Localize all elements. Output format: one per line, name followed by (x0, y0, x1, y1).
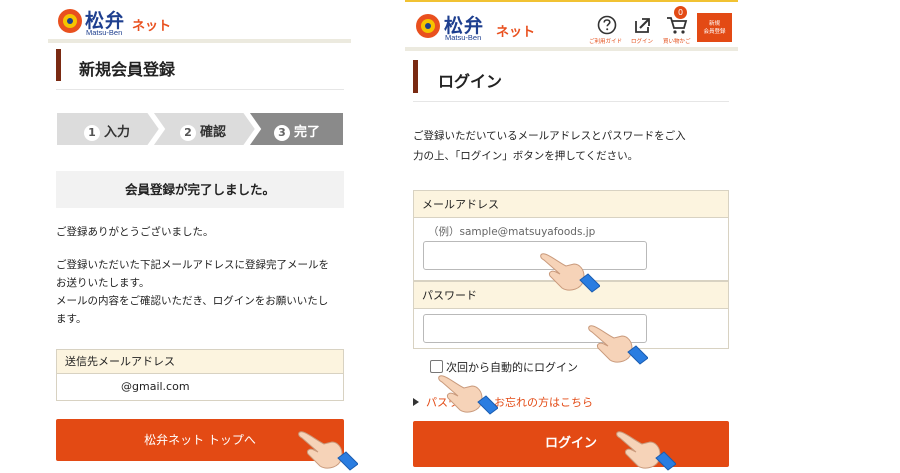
message-line-2: お送りいたします。 (56, 277, 150, 289)
title-accent-bar (413, 60, 418, 93)
top-accent-line (405, 0, 738, 2)
email-example: （例）sample@matsuyafoods.jp (428, 226, 596, 238)
brand-logo-icon[interactable] (58, 9, 82, 33)
nav-login-label: ログイン (631, 39, 654, 45)
email-label: 送信先メールアドレス (56, 349, 344, 374)
page-title: 新規会員登録 (79, 60, 176, 79)
progress-steps: 1 入力 2 確認 3 完了 (56, 112, 344, 146)
email-field-label: メールアドレス (413, 190, 729, 218)
step-1-label: 入力 (104, 125, 131, 140)
step-2: 2 確認 (180, 121, 226, 141)
completion-notice: 会員登録が完了しました。 (56, 171, 344, 208)
intro-line-1: ご登録いただいているメールアドレスとパスワードをご入 (413, 130, 686, 142)
message-line-4: ます。 (56, 313, 87, 325)
question-icon (597, 15, 617, 35)
step-2-number: 2 (180, 125, 196, 141)
title-divider (56, 89, 344, 90)
step-1: 1 入力 (84, 121, 130, 141)
brand-logo-romaji: Matsu-Ben (445, 33, 482, 42)
hand-pointer-icon (438, 375, 498, 415)
signup-button[interactable]: 新規 会員登録 (697, 13, 732, 42)
header-divider (405, 47, 738, 51)
brand-logo-icon[interactable] (416, 14, 440, 38)
hand-pointer-icon (588, 325, 648, 365)
email-value: @gmail.com (56, 374, 344, 401)
step-3-number: 3 (274, 125, 290, 141)
login-icon (635, 18, 650, 33)
step-3-label: 完了 (294, 125, 321, 140)
page-title: ログイン (438, 72, 503, 91)
header-divider (48, 39, 351, 43)
login-button[interactable]: ログイン (413, 421, 729, 467)
title-accent-bar (56, 49, 61, 81)
step-2-label: 確認 (200, 125, 227, 140)
step-1-number: 1 (84, 125, 100, 141)
brand-logo-net: ネット (132, 19, 172, 34)
nav-guide-label: ご利用ガイド (589, 39, 623, 45)
hand-pointer-icon (298, 431, 358, 471)
signup-line-1: 新規 (708, 21, 720, 27)
email-input[interactable] (423, 241, 647, 270)
title-divider (413, 101, 729, 102)
thanks-text: ご登録ありがとうございました。 (56, 226, 214, 238)
step-3: 3 完了 (274, 121, 320, 141)
hand-pointer-icon (540, 253, 600, 293)
cart-count-badge: 0 (674, 6, 687, 19)
nav-cart-label: 買い物かご (663, 39, 691, 45)
message-line-3: メールの内容をご確認いただき、ログインをお願いいたし (56, 295, 329, 307)
hand-pointer-icon (616, 431, 676, 471)
brand-logo-net: ネット (496, 25, 536, 40)
brand-logo-romaji: Matsu-Ben (86, 28, 123, 37)
forgot-link-suffix[interactable]: お忘れの方はこちら (494, 394, 593, 410)
message-line-1: ご登録いただいた下記メールアドレスに登録完了メールを (56, 259, 329, 271)
signup-line-2: 会員登録 (703, 29, 726, 35)
intro-line-2: 力の上、「ログイン」ボタンを押してください。 (413, 150, 639, 162)
triangle-icon (413, 398, 419, 406)
